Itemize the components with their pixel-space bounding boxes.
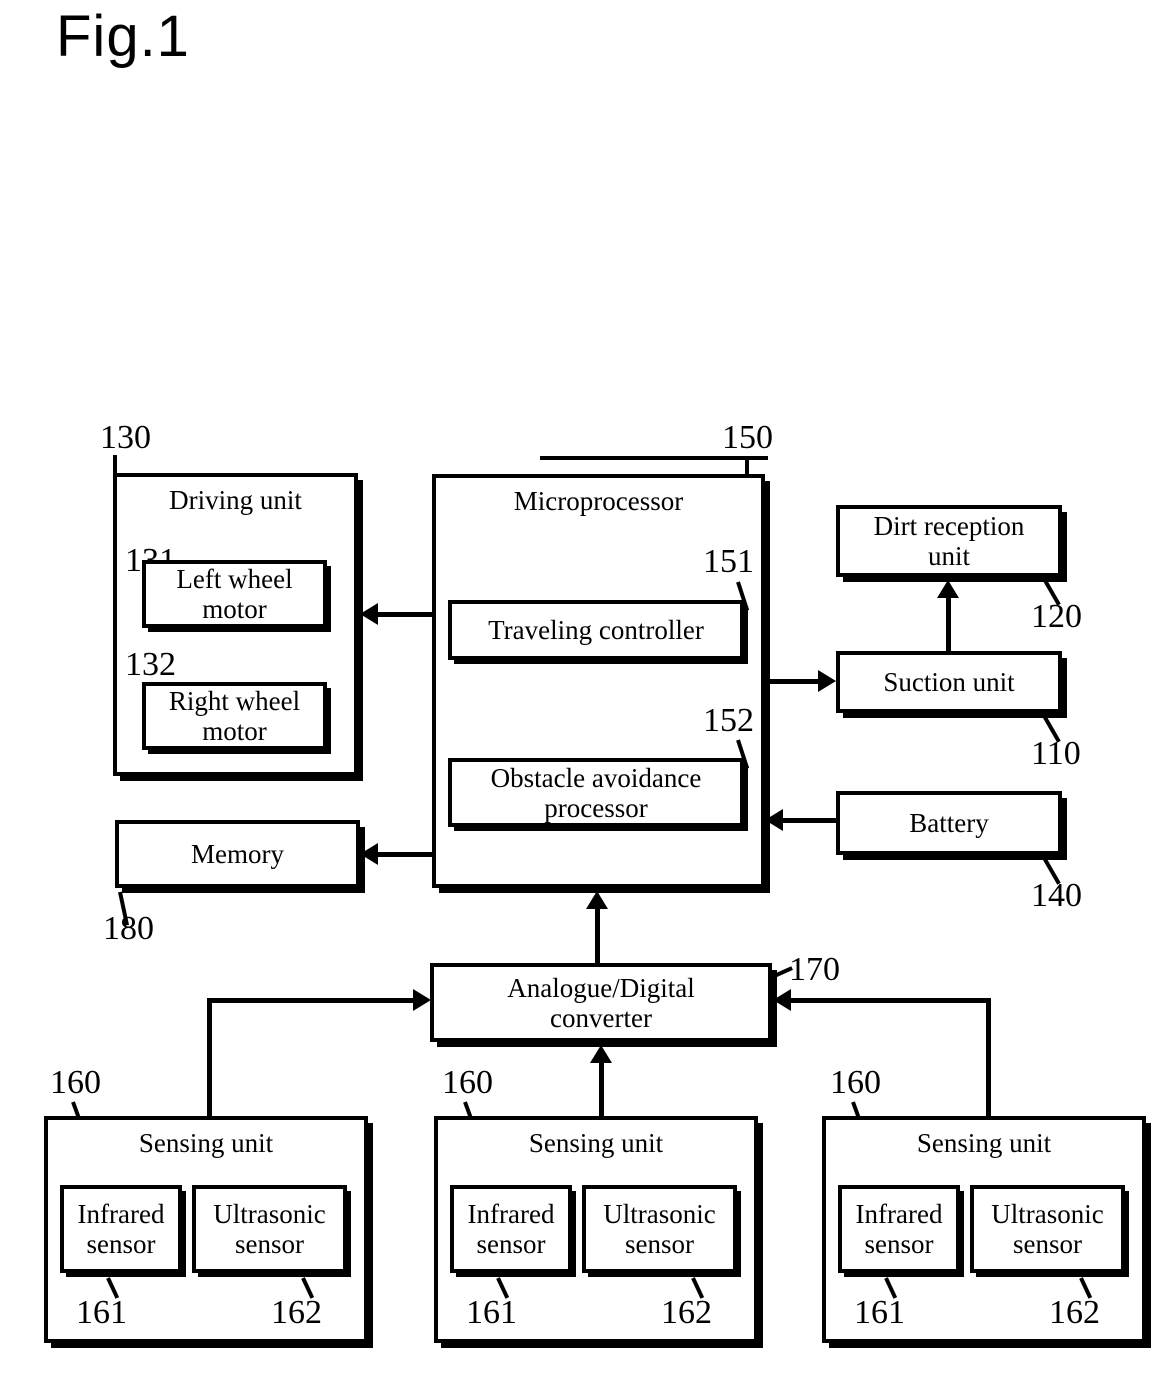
right-wheel-motor-block[interactable]: Right wheel motor [142, 682, 327, 750]
dirt-reception-unit-block[interactable]: Dirt reception unit [836, 505, 1062, 577]
connector-center-sensor-vertical [599, 1057, 604, 1116]
obstacle-avoidance-processor-block[interactable]: Obstacle avoidance processor [448, 758, 744, 827]
infrared-sensor-left-block[interactable]: Infrared sensor [60, 1185, 182, 1273]
ref-161-center: 161 [466, 1294, 517, 1331]
arrow-to-ad-from-right-sensor [773, 989, 791, 1011]
arrow-to-ad-from-left-sensor [413, 989, 431, 1011]
arrow-to-ad-from-center-sensor [590, 1045, 612, 1063]
battery-label: Battery [909, 807, 989, 838]
arrow-to-suction-unit [818, 670, 836, 692]
connector-battery-to-microprocessor [777, 818, 839, 823]
ultrasonic-sensor-right-label: Ultrasonic sensor [991, 1198, 1104, 1259]
infrared-sensor-center-label: Infrared sensor [467, 1198, 555, 1259]
ref-161-left: 161 [76, 1294, 127, 1331]
connector-suction-to-dirt-reception [946, 592, 951, 651]
ref-160-center: 160 [442, 1064, 493, 1101]
ref-151: 151 [703, 543, 754, 580]
infrared-sensor-center-block[interactable]: Infrared sensor [450, 1185, 572, 1273]
ref-162-right: 162 [1049, 1294, 1100, 1331]
arrow-to-memory [360, 843, 378, 865]
figure-title: Fig.1 [56, 4, 190, 69]
left-wheel-motor-block[interactable]: Left wheel motor [142, 560, 327, 628]
ref-110: 110 [1031, 735, 1081, 772]
arrow-to-microprocessor-from-battery [765, 809, 783, 831]
ultrasonic-sensor-left-label: Ultrasonic sensor [213, 1198, 326, 1259]
left-wheel-motor-label: Left wheel motor [176, 563, 293, 624]
ref-140: 140 [1031, 877, 1082, 914]
ref-162-left: 162 [271, 1294, 322, 1331]
leader-150-horizontal [540, 456, 768, 460]
suction-unit-label: Suction unit [883, 666, 1015, 697]
sensing-unit-left-label: Sensing unit [138, 1128, 274, 1158]
infrared-sensor-left-label: Infrared sensor [77, 1198, 165, 1259]
ref-160-left: 160 [50, 1064, 101, 1101]
obstacle-avoidance-processor-label: Obstacle avoidance processor [490, 762, 702, 823]
infrared-sensor-right-label: Infrared sensor [855, 1198, 943, 1259]
arrow-to-microprocessor-from-ad [586, 891, 608, 909]
ultrasonic-sensor-left-block[interactable]: Ultrasonic sensor [192, 1185, 347, 1273]
arrow-to-dirt-reception-unit [937, 580, 959, 598]
ref-170: 170 [789, 951, 840, 988]
connector-ad-to-microprocessor [595, 903, 600, 965]
suction-unit-block[interactable]: Suction unit [836, 651, 1062, 713]
infrared-sensor-right-block[interactable]: Infrared sensor [838, 1185, 960, 1273]
ultrasonic-sensor-right-block[interactable]: Ultrasonic sensor [970, 1185, 1125, 1273]
battery-block[interactable]: Battery [836, 791, 1062, 855]
sensing-unit-center-label: Sensing unit [528, 1128, 664, 1158]
dirt-reception-unit-label: Dirt reception unit [873, 510, 1025, 571]
ad-converter-block[interactable]: Analogue/Digital converter [430, 963, 772, 1042]
ref-150: 150 [722, 419, 773, 456]
ref-162-center: 162 [661, 1294, 712, 1331]
ref-180: 180 [103, 910, 154, 947]
driving-unit-label: Driving unit [169, 485, 302, 515]
memory-block[interactable]: Memory [115, 820, 360, 888]
ref-120: 120 [1031, 598, 1082, 635]
traveling-controller-block[interactable]: Traveling controller [448, 600, 744, 660]
connector-right-sensor-vertical [986, 998, 991, 1116]
microprocessor-label: Microprocessor [513, 486, 684, 516]
right-wheel-motor-label: Right wheel motor [168, 685, 301, 746]
ultrasonic-sensor-center-block[interactable]: Ultrasonic sensor [582, 1185, 737, 1273]
ref-160-right: 160 [830, 1064, 881, 1101]
traveling-controller-label: Traveling controller [488, 614, 704, 645]
arrow-to-driving-unit [360, 603, 378, 625]
connector-right-sensor-horizontal [783, 998, 990, 1003]
connector-left-sensor-horizontal [207, 998, 418, 1003]
ad-converter-label: Analogue/Digital converter [507, 972, 695, 1033]
figure-canvas: Fig.1 130 Driving unit 131 Left wheel mo… [0, 0, 1175, 1382]
ref-130: 130 [100, 419, 151, 456]
connector-left-sensor-vertical [207, 998, 212, 1116]
ref-161-right: 161 [854, 1294, 905, 1331]
ultrasonic-sensor-center-label: Ultrasonic sensor [603, 1198, 716, 1259]
ref-132: 132 [125, 646, 176, 683]
connector-microprocessor-to-suction [767, 679, 821, 684]
ref-152: 152 [703, 702, 754, 739]
sensing-unit-right-label: Sensing unit [916, 1128, 1052, 1158]
memory-label: Memory [191, 838, 284, 869]
